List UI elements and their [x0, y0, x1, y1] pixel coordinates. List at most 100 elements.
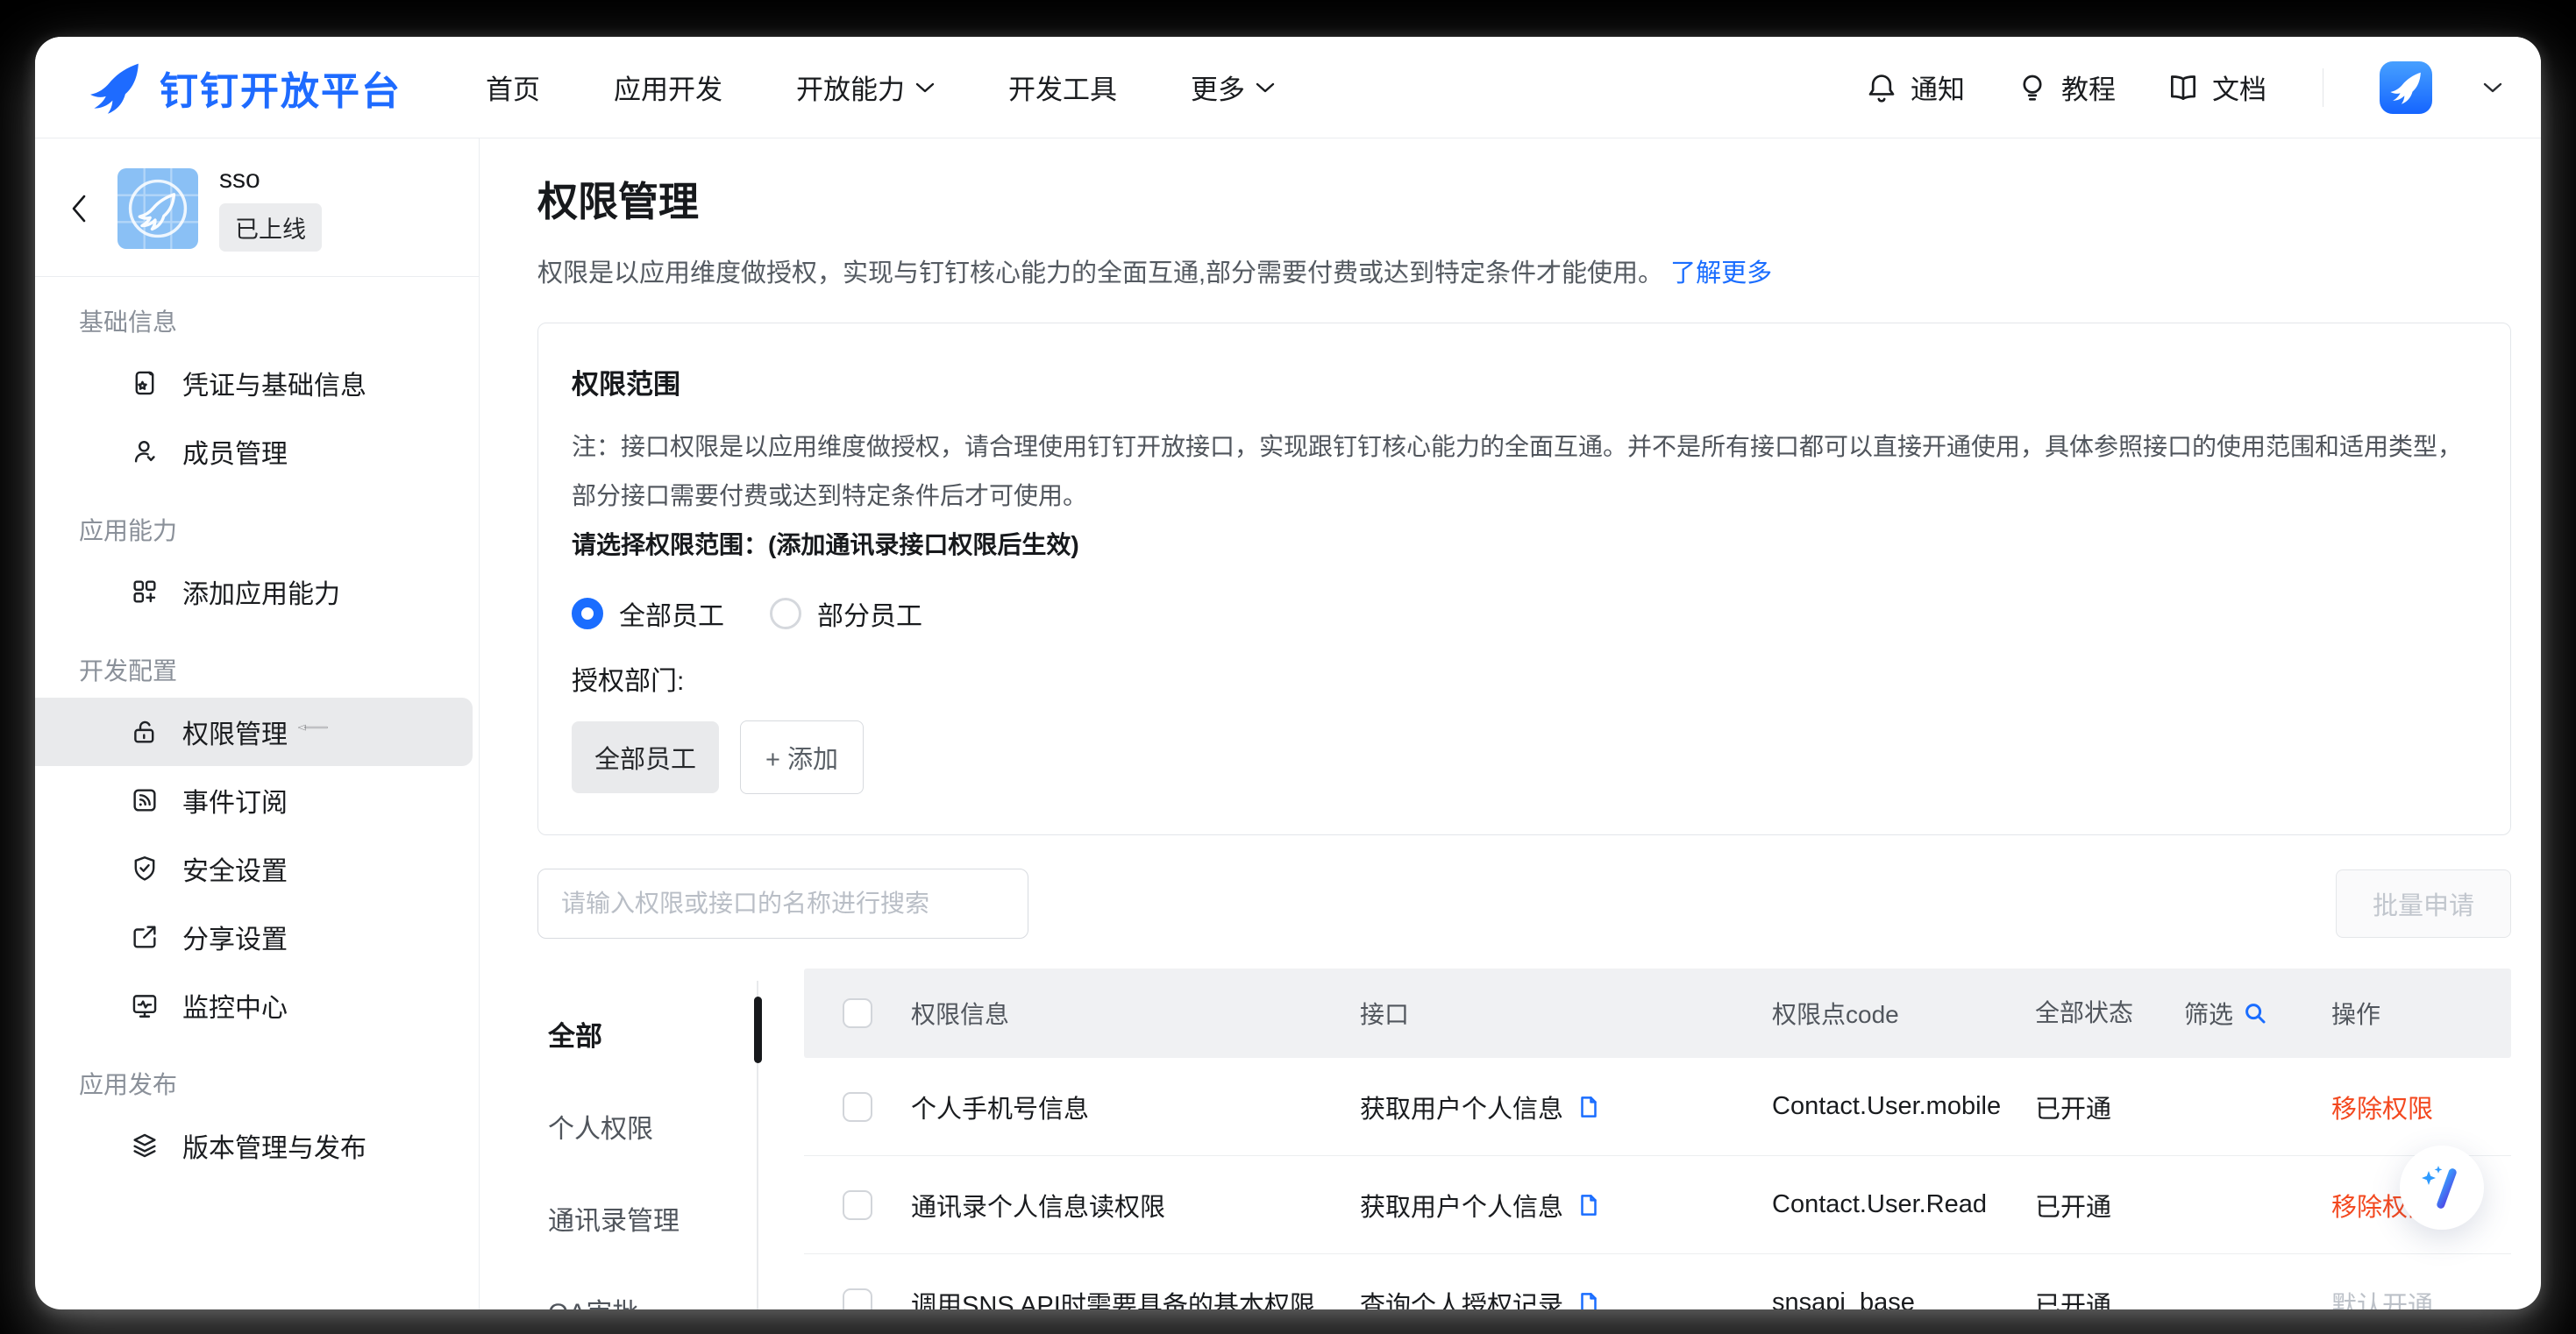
filter-control[interactable]: 筛选 [2184, 996, 2331, 1031]
sidebar-item-label: 监控中心 [182, 986, 288, 1025]
cell-permission-code: Contact.User.Read [1772, 1190, 2035, 1219]
scope-radio-group: 全部员工 部分员工 [572, 594, 2477, 633]
authorized-department-row: 全部员工 + 添加 [572, 720, 2477, 794]
sidebar-group-app-capability: 应用能力 [35, 486, 479, 557]
sidebar-item-add-capability[interactable]: 添加应用能力 [35, 557, 479, 626]
id-card-icon [130, 368, 160, 398]
category-personal[interactable]: 个人权限 [537, 1080, 764, 1172]
radio-partial-employees[interactable]: 部分员工 [770, 594, 922, 633]
nav-item-app-dev[interactable]: 应用开发 [614, 67, 722, 107]
chevron-down-icon [1256, 82, 1275, 94]
sidebar-item-version-management[interactable]: 版本管理与发布 [35, 1111, 479, 1180]
app-header: sso 已上线 [35, 151, 479, 277]
rss-icon [130, 785, 160, 815]
category-list: 全部 个人权限 通讯录管理 OA审批 考勤 [537, 969, 764, 1309]
table-row: 通讯录个人信息读权限 获取用户个人信息 Contact.User.Read 已开… [804, 1156, 2511, 1254]
magic-wand-icon [2416, 1162, 2467, 1213]
shield-check-icon [130, 854, 160, 883]
header-status-filter[interactable]: 全部状态 [2035, 994, 2184, 1032]
nav-item-dev-tools[interactable]: 开发工具 [1008, 67, 1117, 107]
radio-label: 部分员工 [817, 594, 922, 633]
notifications-button[interactable]: 通知 [1865, 67, 1965, 107]
header-api: 接口 [1360, 996, 1772, 1031]
sidebar-group-basic-info: 基础信息 [35, 277, 479, 349]
scope-note-text: 注：接口权限是以应用维度做授权，请合理使用钉钉开放接口，实现跟钉钉核心能力的全面… [572, 433, 2462, 509]
api-doc-link-icon[interactable] [1576, 1094, 1602, 1120]
scope-card-note: 注：接口权限是以应用维度做授权，请合理使用钉钉开放接口，实现跟钉钉核心能力的全面… [572, 422, 2466, 570]
add-department-button[interactable]: + 添加 [740, 720, 864, 794]
sidebar-item-label: 分享设置 [182, 918, 288, 956]
select-all-checkbox[interactable] [843, 998, 872, 1028]
permission-search-input[interactable] [537, 869, 1028, 939]
bulb-icon [2016, 71, 2049, 104]
category-scrollbar-thumb[interactable] [754, 997, 762, 1063]
table-header: 权限信息 接口 权限点code 全部状态 筛选 操作 [804, 969, 2511, 1058]
nav-right-actions: 通知 教程 文档 [1865, 61, 2502, 114]
api-doc-link-icon[interactable] [1576, 1290, 1602, 1310]
remove-permission-link[interactable]: 移除权限 [2331, 1089, 2511, 1125]
sidebar-item-permission-management[interactable]: 权限管理 [35, 698, 473, 766]
cell-permission-info: 个人手机号信息 [911, 1089, 1360, 1125]
book-icon [2167, 71, 2200, 104]
header-action: 操作 [2331, 996, 2511, 1031]
permission-scope-card: 权限范围 注：接口权限是以应用维度做授权，请合理使用钉钉开放接口，实现跟钉钉核心… [537, 323, 2511, 835]
radio-selected-icon[interactable] [572, 598, 603, 629]
filter-label: 筛选 [2184, 996, 2233, 1031]
sidebar-item-credentials[interactable]: 凭证与基础信息 [35, 349, 479, 417]
batch-apply-button[interactable]: 批量申请 [2336, 869, 2511, 938]
search-row: 批量申请 [537, 869, 2511, 939]
radio-all-employees[interactable]: 全部员工 [572, 594, 724, 633]
permission-table: 权限信息 接口 权限点code 全部状态 筛选 操作 [804, 969, 2511, 1309]
monitor-pulse-icon [130, 990, 160, 1020]
nav-item-more[interactable]: 更多 [1191, 67, 1275, 107]
cell-status: 已开通 [2035, 1089, 2331, 1125]
app-sidebar: sso 已上线 基础信息 凭证与基础信息 成员管理 [35, 138, 480, 1309]
cell-permission-code: Contact.User.mobile [1772, 1092, 2035, 1121]
sidebar-item-share-settings[interactable]: 分享设置 [35, 903, 479, 971]
docs-button[interactable]: 文档 [2167, 67, 2266, 107]
sidebar-item-security-settings[interactable]: 安全设置 [35, 834, 479, 903]
dingtalk-logo[interactable]: 钉钉开放平台 [84, 57, 402, 118]
permission-lists: 全部 个人权限 通讯录管理 OA审批 考勤 权限信息 接口 权限点code [537, 969, 2511, 1309]
sidebar-item-event-subscription[interactable]: 事件订阅 [35, 766, 479, 834]
category-contacts[interactable]: 通讯录管理 [537, 1172, 764, 1264]
sidebar-item-label: 凭证与基础信息 [182, 364, 366, 402]
user-avatar[interactable] [2380, 61, 2432, 114]
scope-card-title: 权限范围 [572, 362, 2477, 401]
app-name: sso [219, 165, 322, 195]
top-navigation-bar: 钉钉开放平台 首页 应用开发 开放能力 开发工具 更多 通知 [35, 37, 2541, 138]
notifications-label: 通知 [1911, 67, 1965, 107]
sidebar-item-monitor-center[interactable]: 监控中心 [35, 971, 479, 1040]
sidebar-item-label: 权限管理 [182, 713, 288, 751]
row-checkbox[interactable] [843, 1288, 872, 1310]
radio-unselected-icon[interactable] [770, 598, 801, 629]
sidebar-item-label: 成员管理 [182, 432, 288, 471]
grid-plus-icon [130, 577, 160, 607]
account-chevron-down-icon[interactable] [2483, 82, 2502, 94]
nav-item-open-capability[interactable]: 开放能力 [796, 67, 935, 107]
category-all[interactable]: 全部 [537, 988, 764, 1080]
sidebar-item-members[interactable]: 成员管理 [35, 417, 479, 486]
sidebar-group-app-release: 应用发布 [35, 1040, 479, 1111]
radio-label: 全部员工 [619, 594, 724, 633]
row-checkbox[interactable] [843, 1092, 872, 1122]
back-button[interactable] [60, 189, 98, 228]
api-doc-link-icon[interactable] [1576, 1192, 1602, 1218]
cell-api-name: 查询个人授权记录 [1360, 1285, 1563, 1310]
primary-nav: 首页 应用开发 开放能力 开发工具 更多 [486, 67, 1275, 107]
learn-more-link[interactable]: 了解更多 [1670, 259, 1772, 287]
logo-text: 钉钉开放平台 [160, 60, 402, 116]
ai-assistant-fab[interactable] [2400, 1146, 2484, 1230]
sidebar-item-label: 添加应用能力 [182, 572, 340, 611]
sidebar-group-dev-config: 开发配置 [35, 626, 479, 698]
nav-item-home[interactable]: 首页 [486, 67, 540, 107]
category-oa-approval[interactable]: OA审批 [537, 1264, 764, 1309]
tutorials-button[interactable]: 教程 [2016, 67, 2116, 107]
layers-icon [130, 1131, 160, 1160]
cell-permission-info: 通讯录个人信息读权限 [911, 1187, 1360, 1224]
sidebar-item-label: 事件订阅 [182, 781, 288, 820]
default-enabled-text: 默认开通 [2331, 1285, 2511, 1310]
row-checkbox[interactable] [843, 1190, 872, 1220]
tutorials-label: 教程 [2061, 67, 2116, 107]
table-row: 个人手机号信息 获取用户个人信息 Contact.User.mobile 已开通… [804, 1058, 2511, 1156]
